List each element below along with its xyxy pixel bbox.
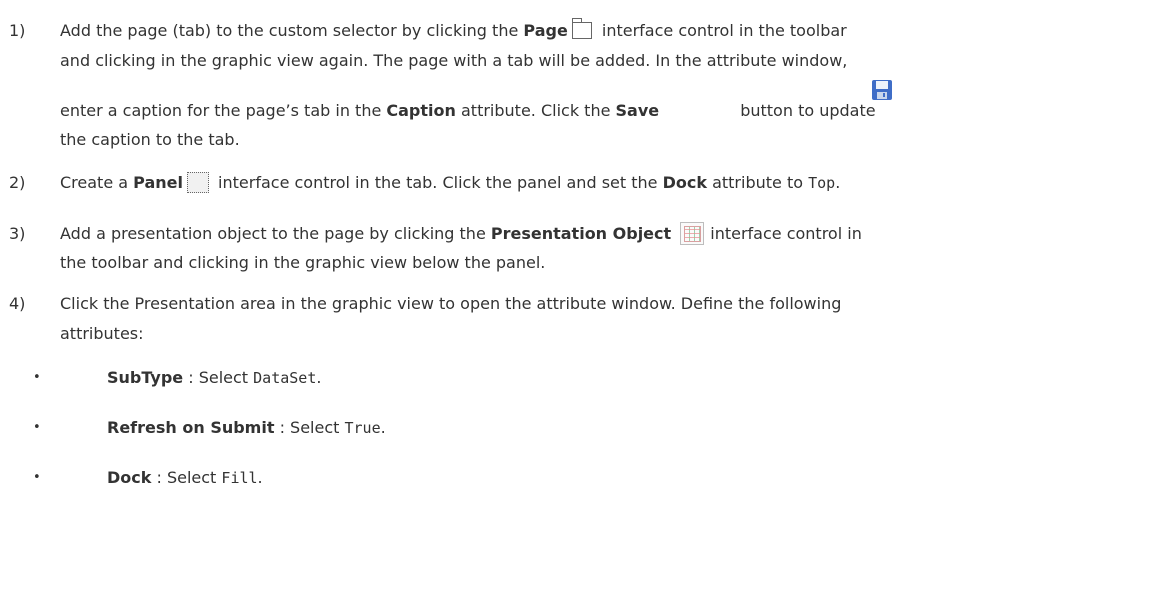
list-item: Refresh on Submit : Select True. [107,418,386,437]
step-4-line-2: attributes: [60,324,144,343]
panel-dotted-icon [186,171,210,193]
step-1-line-3: enter a caption for the page’s tab in th… [60,101,876,120]
step-4-number: 4) [9,294,26,313]
step-3-line-1: Add a presentation object to the page by… [60,221,862,245]
step-3-line-2: the toolbar and clicking in the graphic … [60,253,546,272]
panel-control-label: Panel [133,173,183,192]
bullet: • [33,470,41,485]
dock-attribute-label: Dock [662,173,707,192]
presentation-object-label: Presentation Object [490,224,672,243]
dock-value-top: Top [808,174,836,192]
step-4-line-1: Click the Presentation area in the graph… [60,294,842,313]
step-2-number: 2) [9,173,26,192]
step-3-number: 3) [9,224,26,243]
list-item: Dock : Select Fill. [107,468,263,487]
presentation-object-grid-icon [679,221,705,245]
page-tab-icon [571,17,593,40]
bullet: • [33,370,41,385]
instructions-page: 1) Add the page (tab) to the custom sele… [0,0,1168,611]
step-2-line-1: Create a Panel interface control in the … [60,171,840,193]
caption-attribute-label: Caption [386,101,456,120]
step-1-number: 1) [9,21,26,40]
page-control-label: Page [523,21,568,40]
step-1-line-4: the caption to the tab. [60,130,240,149]
bullet: • [33,420,41,435]
list-item: SubType : Select DataSet. [107,368,322,387]
save-floppy-icon [871,79,893,101]
step-1-line-2: and clicking in the graphic view again. … [60,51,848,70]
save-button-label: Save [615,101,660,120]
step-1-line-1: Add the page (tab) to the custom selecto… [60,17,847,41]
